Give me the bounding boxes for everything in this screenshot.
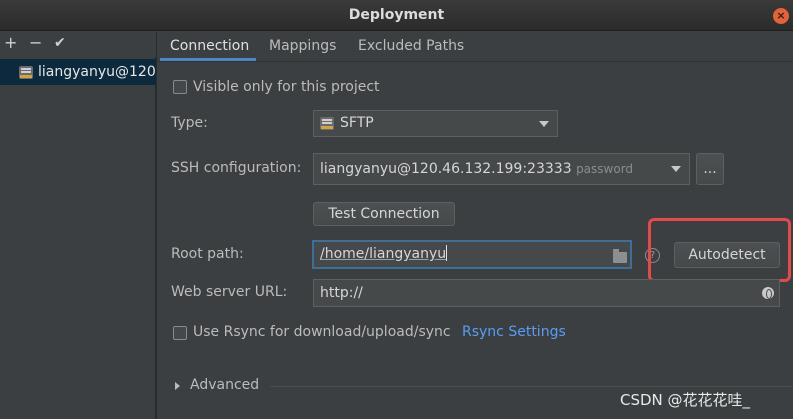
- ssh-auth-hint: password: [576, 162, 634, 176]
- window-title: Deployment: [348, 7, 445, 23]
- tab-mappings[interactable]: Mappings: [269, 38, 336, 54]
- text-caret: [446, 245, 448, 261]
- server-list-item[interactable]: liangyanyu@120.46.132.199: [0, 59, 156, 85]
- server-name: liangyanyu@120.46.132.199: [38, 64, 156, 80]
- watermark-text: CSDN @花花花哇_: [620, 391, 751, 409]
- root-path-value: /home/liangyanyu: [320, 246, 447, 262]
- use-rsync-label: Use Rsync for download/upload/sync: [193, 324, 451, 340]
- web-server-url-value: http://: [320, 285, 363, 301]
- web-server-url-input[interactable]: http://: [313, 279, 780, 307]
- type-select[interactable]: SFTP: [313, 110, 558, 137]
- add-icon[interactable]: +: [4, 33, 17, 53]
- root-path-label: Root path:: [171, 246, 244, 262]
- type-value: SFTP: [340, 115, 374, 131]
- use-rsync-checkbox[interactable]: [173, 326, 187, 340]
- ssh-config-browse-button[interactable]: ...: [696, 153, 724, 185]
- ssh-config-value: liangyanyu@120.46.132.199:23333: [320, 161, 572, 177]
- tab-divider: [157, 61, 793, 62]
- checkmark-icon[interactable]: ✔: [54, 33, 66, 53]
- folder-icon[interactable]: [613, 249, 627, 263]
- tab-bar: Connection Mappings Excluded Paths: [157, 32, 793, 61]
- panel-divider: [156, 32, 157, 419]
- server-list: liangyanyu@120.46.132.199: [0, 57, 156, 419]
- advanced-divider: [270, 386, 793, 387]
- chevron-right-icon[interactable]: [175, 382, 180, 390]
- tab-connection[interactable]: Connection: [170, 38, 249, 54]
- close-icon[interactable]: ×: [773, 8, 789, 24]
- advanced-section-toggle[interactable]: Advanced: [190, 377, 259, 393]
- chevron-down-icon: [671, 166, 681, 172]
- remove-icon[interactable]: −: [29, 33, 42, 53]
- test-connection-button[interactable]: Test Connection: [313, 202, 455, 226]
- globe-icon[interactable]: [762, 287, 774, 299]
- sftp-server-icon: [19, 66, 33, 79]
- left-toolbar: + − ✔: [0, 32, 156, 56]
- title-bar: Deployment ×: [0, 0, 793, 31]
- chevron-down-icon: [539, 120, 549, 127]
- visible-only-label: Visible only for this project: [193, 79, 380, 95]
- tab-excluded-paths[interactable]: Excluded Paths: [358, 38, 464, 54]
- ssh-config-select[interactable]: liangyanyu@120.46.132.199:23333 password: [313, 153, 690, 185]
- type-label: Type:: [171, 115, 208, 131]
- sftp-type-icon: [320, 117, 334, 130]
- ssh-config-label: SSH configuration:: [171, 160, 302, 176]
- web-server-url-label: Web server URL:: [171, 284, 288, 300]
- visible-only-checkbox[interactable]: [173, 80, 187, 94]
- rsync-settings-link[interactable]: Rsync Settings: [462, 324, 566, 340]
- highlight-annotation: [648, 218, 791, 282]
- root-path-input[interactable]: /home/liangyanyu: [312, 240, 632, 269]
